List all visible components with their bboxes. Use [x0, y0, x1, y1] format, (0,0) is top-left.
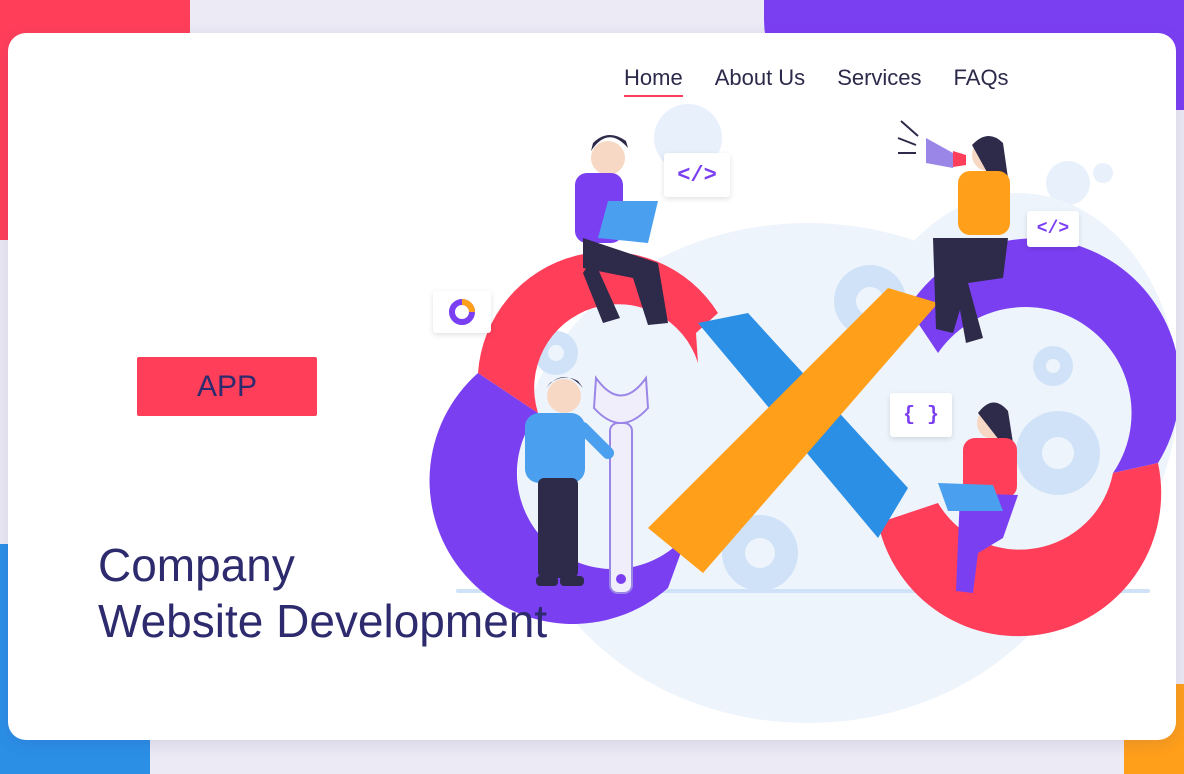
title-line-2: Website Development: [98, 595, 548, 647]
nav-item-services[interactable]: Services: [837, 65, 921, 97]
nav-item-about-us[interactable]: About Us: [715, 65, 806, 97]
donut-chart-badge: [433, 291, 491, 333]
donut-chart-icon: [449, 299, 475, 325]
code-tag-icon: </>: [1036, 219, 1070, 239]
code-tag-badge: </>: [664, 153, 730, 197]
landing-card: </> </> { } Home About Us Services FAQs …: [8, 33, 1176, 740]
gear-icon: [1016, 411, 1100, 495]
code-tag-icon: </>: [677, 162, 717, 188]
page-title: Company Website Development: [98, 537, 547, 649]
title-line-1: Company: [98, 539, 295, 591]
top-navigation: Home About Us Services FAQs: [624, 65, 1041, 97]
code-braces-icon: { }: [902, 403, 939, 427]
nav-item-faqs[interactable]: FAQs: [954, 65, 1009, 97]
nav-item-home[interactable]: Home: [624, 65, 683, 97]
code-tag-badge: </>: [1027, 211, 1079, 247]
gear-icon: [1033, 346, 1073, 386]
app-button[interactable]: APP: [137, 357, 317, 416]
code-braces-badge: { }: [890, 393, 952, 437]
